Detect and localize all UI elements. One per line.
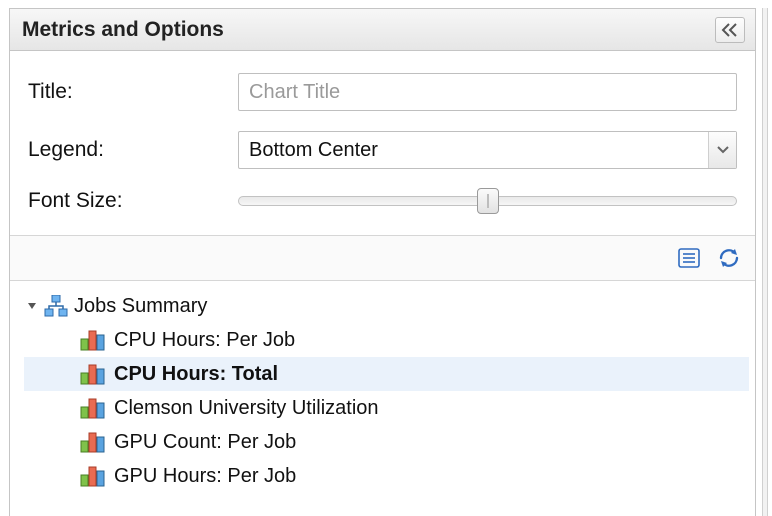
bar-chart-icon <box>80 397 106 419</box>
list-icon <box>678 248 700 268</box>
tree-item-label: CPU Hours: Per Job <box>114 329 295 352</box>
refresh-icon <box>717 247 741 269</box>
legend-select-trigger[interactable] <box>708 132 736 168</box>
metrics-tree: Jobs Summary CPU Hours: Per Job CPU Hour… <box>10 281 755 516</box>
legend-select-value: Bottom Center <box>239 139 708 162</box>
tree-item[interactable]: CPU Hours: Per Job <box>24 323 749 357</box>
legend-select[interactable]: Bottom Center <box>238 131 737 169</box>
list-button[interactable] <box>675 244 703 272</box>
chevron-down-icon <box>717 146 729 154</box>
title-label: Title: <box>28 80 238 104</box>
collapse-button[interactable] <box>715 17 745 43</box>
panel-title: Metrics and Options <box>22 18 224 42</box>
tree-item[interactable]: Clemson University Utilization <box>24 391 749 425</box>
slider-thumb[interactable] <box>477 188 499 214</box>
tree-item[interactable]: GPU Count: Per Job <box>24 425 749 459</box>
options-form: Title: Legend: Bottom Center Font Size: <box>10 51 755 235</box>
collapse-arrow-icon[interactable] <box>26 300 38 312</box>
bar-chart-icon <box>80 465 106 487</box>
tree-toolbar <box>10 235 755 281</box>
legend-label: Legend: <box>28 138 238 162</box>
title-row: Title: <box>28 73 737 111</box>
tree-root-label: Jobs Summary <box>74 295 207 318</box>
bar-chart-icon <box>80 329 106 351</box>
bar-chart-icon <box>80 363 106 385</box>
bar-chart-icon <box>80 431 106 453</box>
hierarchy-icon <box>44 295 68 317</box>
title-input[interactable] <box>238 73 737 111</box>
right-splitter[interactable] <box>762 8 768 516</box>
tree-item-label: GPU Count: Per Job <box>114 431 296 454</box>
tree-root[interactable]: Jobs Summary <box>24 289 749 323</box>
metrics-options-panel: Metrics and Options Title: Legend: Botto… <box>9 8 756 516</box>
font-size-slider[interactable] <box>238 189 737 213</box>
tree-item-label: Clemson University Utilization <box>114 397 379 420</box>
legend-row: Legend: Bottom Center <box>28 131 737 169</box>
panel-header: Metrics and Options <box>10 9 755 51</box>
double-chevron-left-icon <box>721 23 739 37</box>
tree-item-label: GPU Hours: Per Job <box>114 465 296 488</box>
tree-item-label: CPU Hours: Total <box>114 363 278 386</box>
tree-item[interactable]: GPU Hours: Per Job <box>24 459 749 493</box>
font-size-row: Font Size: <box>28 189 737 213</box>
tree-item[interactable]: CPU Hours: Total <box>24 357 749 391</box>
font-size-label: Font Size: <box>28 189 238 213</box>
refresh-button[interactable] <box>715 244 743 272</box>
